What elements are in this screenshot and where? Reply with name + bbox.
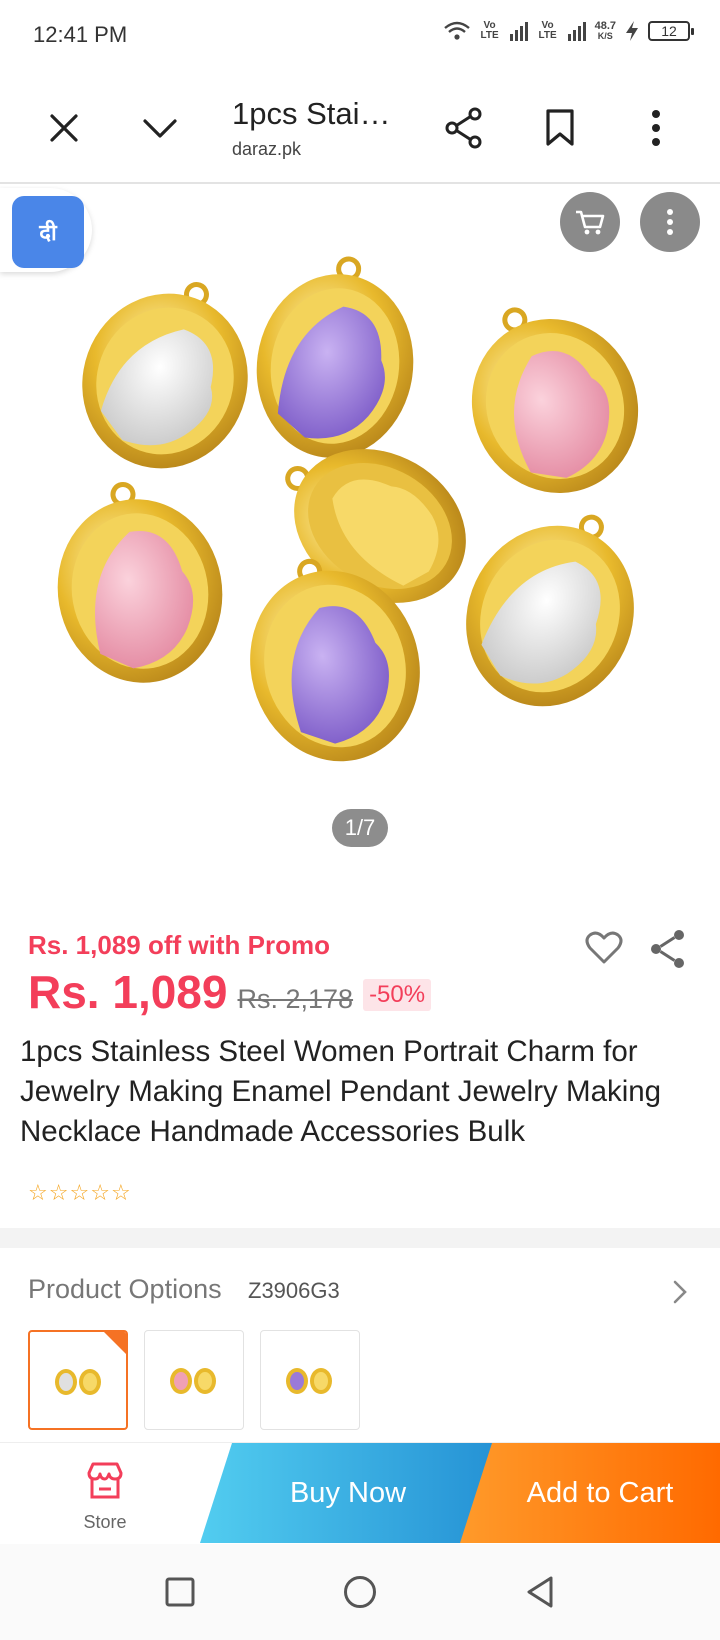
product-image[interactable] xyxy=(0,186,720,866)
option-thumb-pink[interactable] xyxy=(144,1330,244,1430)
image-counter: 1/7 xyxy=(332,809,388,847)
page-title: 1pcs Stai… xyxy=(232,96,391,131)
discount-badge: -50% xyxy=(363,979,432,1011)
close-icon xyxy=(50,114,78,142)
back-triangle-icon xyxy=(527,1576,553,1608)
volte-indicator-2: Vo LTE xyxy=(538,20,557,41)
buy-now-button[interactable]: Buy Now xyxy=(200,1443,496,1543)
status-bar: 12:41 PM Vo LTE Vo LTE 48.7 K/S 12 xyxy=(0,0,720,72)
options-value: Z3906G3 xyxy=(248,1278,340,1303)
circle-icon xyxy=(344,1576,376,1608)
thumb-image xyxy=(170,1368,216,1394)
translate-widget[interactable]: दी xyxy=(0,188,92,272)
product-share-icon[interactable] xyxy=(648,928,688,970)
net-speed: 48.7 K/S xyxy=(594,20,616,42)
option-thumb-silver[interactable] xyxy=(28,1330,128,1430)
bookmark-icon xyxy=(546,109,574,146)
chevron-right-icon xyxy=(673,1280,687,1304)
browser-toolbar: 1pcs Stai… daraz.pk xyxy=(0,72,720,184)
collapse-button[interactable] xyxy=(132,100,188,156)
square-icon xyxy=(165,1577,195,1607)
action-bar: Store Buy Now Add to Cart xyxy=(0,1442,720,1544)
pendant-pink-2 xyxy=(57,481,223,683)
pendant-pink-1 xyxy=(471,307,639,493)
translate-icon: दी xyxy=(12,196,84,268)
share-button[interactable] xyxy=(436,100,492,156)
store-icon xyxy=(87,1462,123,1499)
star-icon: ☆ xyxy=(28,1180,48,1205)
store-button[interactable]: Store xyxy=(60,1461,150,1533)
price-row: Rs. 1,089 Rs. 2,178 -50% xyxy=(28,965,432,1019)
gallery-more-button[interactable] xyxy=(640,192,700,252)
bookmark-button[interactable] xyxy=(532,100,588,156)
net-speed-value: 48.7 xyxy=(594,20,616,32)
status-time: 12:41 PM xyxy=(33,22,128,47)
chevron-down-icon xyxy=(143,119,177,138)
more-vert-icon xyxy=(667,209,673,235)
translate-badge-text: दी xyxy=(39,220,57,245)
options-label: Product Options xyxy=(28,1274,222,1304)
selected-corner-marker xyxy=(104,1332,126,1354)
star-icon: ☆ xyxy=(90,1180,110,1205)
pendant-silver-1 xyxy=(82,282,248,469)
section-divider xyxy=(0,1228,720,1248)
rating-stars[interactable]: ☆ ☆ ☆ ☆ ☆ xyxy=(28,1180,131,1206)
star-icon: ☆ xyxy=(69,1180,90,1205)
wishlist-heart-icon[interactable] xyxy=(584,928,624,968)
system-nav-bar xyxy=(0,1544,720,1640)
option-thumb-purple[interactable] xyxy=(260,1330,360,1430)
page-domain: daraz.pk xyxy=(232,139,302,159)
home-button[interactable] xyxy=(338,1570,382,1614)
option-thumbnails xyxy=(28,1330,360,1430)
close-button[interactable] xyxy=(36,100,92,156)
charging-icon xyxy=(626,21,638,41)
more-button[interactable] xyxy=(628,100,684,156)
add-to-cart-button[interactable]: Add to Cart xyxy=(460,1443,720,1543)
pendant-purple-1 xyxy=(256,256,414,458)
current-price: Rs. 1,089 xyxy=(28,966,228,1018)
product-gallery[interactable]: दी 1/7 xyxy=(0,186,720,866)
store-label: Store xyxy=(83,1512,127,1532)
back-button[interactable] xyxy=(518,1570,562,1614)
signal-icon-2 xyxy=(567,22,586,41)
signal-icon-1 xyxy=(509,22,528,41)
cart-icon xyxy=(576,210,605,235)
status-icons: Vo LTE Vo LTE 48.7 K/S 12 xyxy=(443,20,694,42)
wifi-icon xyxy=(443,21,470,40)
product-options-row[interactable]: Product Options Z3906G3 xyxy=(0,1266,720,1322)
recents-button[interactable] xyxy=(158,1570,202,1614)
star-icon: ☆ xyxy=(48,1180,69,1205)
pendant-silver-2 xyxy=(466,514,634,707)
product-title: 1pcs Stainless Steel Women Portrait Char… xyxy=(20,1035,662,1148)
volte-indicator-1: Vo LTE xyxy=(480,20,499,41)
star-icon: ☆ xyxy=(110,1180,131,1205)
battery-indicator: 12 xyxy=(648,21,694,41)
cart-button[interactable] xyxy=(560,192,620,252)
thumb-image xyxy=(286,1368,332,1394)
more-vert-icon xyxy=(652,110,660,146)
share-icon xyxy=(445,107,482,149)
promo-text: Rs. 1,089 off with Promo xyxy=(28,930,330,960)
original-price: Rs. 2,178 xyxy=(237,984,354,1014)
net-speed-unit: K/S xyxy=(597,31,613,41)
